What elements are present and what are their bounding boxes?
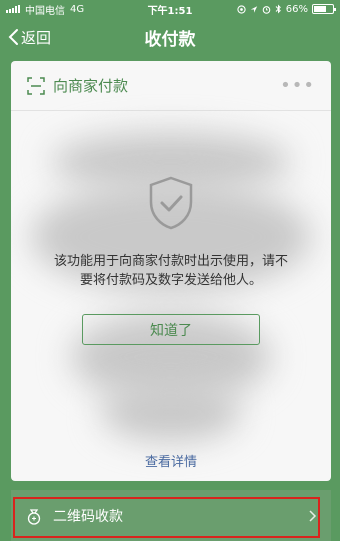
payment-card: 向商家付款 ••• 该功能用于向商家付款时出示使用，请不 要将付款码及数字发送给… (11, 61, 331, 481)
card-title: 向商家付款 (53, 77, 129, 95)
navigation-arrow-icon (250, 5, 257, 13)
card-header: 向商家付款 ••• (11, 61, 331, 111)
shield-check-icon (149, 176, 193, 230)
carrier-label: 中国电信 (25, 5, 65, 17)
qr-receive-label: 二维码收款 (53, 508, 123, 525)
status-bar: 中国电信 4G 下午1:51 66% (0, 0, 340, 18)
acknowledge-button[interactable]: 知道了 (82, 314, 260, 345)
back-button[interactable]: 返回 (8, 27, 51, 48)
nav-bar: 返回 收付款 (0, 18, 340, 56)
network-label: 4G (70, 3, 85, 15)
notice-line-1: 该功能用于向商家付款时出示使用，请不 (53, 254, 288, 269)
location-icon (237, 4, 246, 14)
more-options-button[interactable]: ••• (280, 75, 315, 96)
view-details-link[interactable]: 查看详情 (11, 451, 331, 470)
security-notice: 该功能用于向商家付款时出示使用，请不 要将付款码及数字发送给他人。 (31, 252, 311, 290)
back-label: 返回 (21, 28, 52, 47)
scan-icon (27, 76, 45, 95)
battery-fill (314, 6, 326, 12)
chevron-right-icon (309, 509, 317, 522)
chevron-left-icon (8, 29, 18, 45)
bluetooth-icon (275, 4, 281, 14)
page-title: 收付款 (144, 29, 196, 50)
status-right: 66% (237, 3, 336, 15)
signal-icon (6, 5, 20, 13)
alarm-icon (262, 5, 271, 14)
notice-line-2: 要将付款码及数字发送给他人。 (79, 273, 262, 288)
status-left: 中国电信 4G (6, 2, 84, 17)
money-bag-icon (27, 508, 41, 525)
battery-percent: 66% (285, 3, 308, 15)
qr-receive-row[interactable]: 二维码收款 (11, 490, 331, 541)
battery-icon (312, 4, 336, 14)
